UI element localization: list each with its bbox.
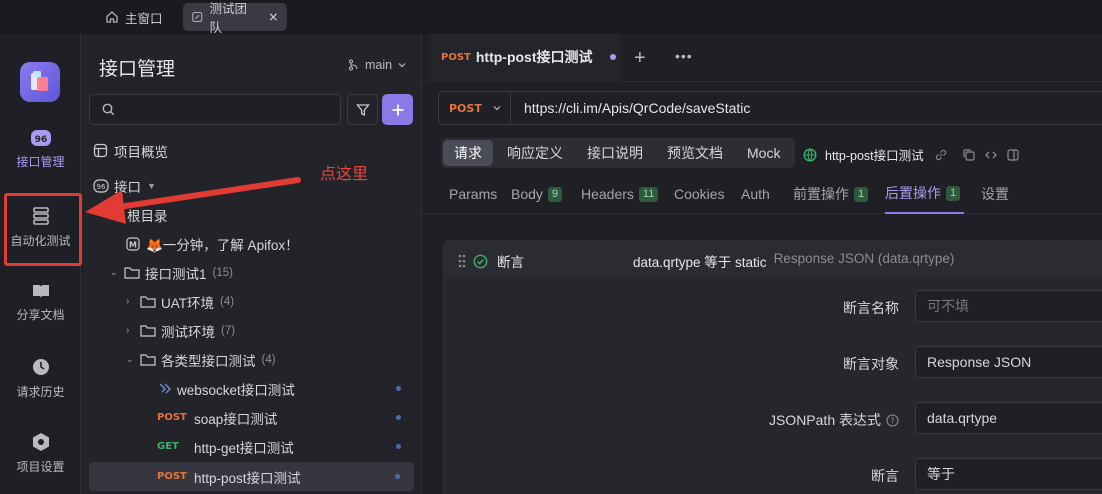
select-value: 等于	[927, 466, 955, 482]
method-value: POST	[449, 101, 482, 115]
panel-icon[interactable]	[1006, 148, 1020, 162]
input-value: data.qrtype	[927, 410, 998, 426]
tab-preview-doc[interactable]: 预览文档	[656, 140, 734, 166]
assertion-name-input[interactable]: 可不填	[915, 290, 1102, 322]
method-badge: POST	[441, 51, 471, 63]
field-label: JSONPath 表达式	[768, 412, 881, 428]
tab-settings[interactable]: 设置	[981, 174, 1009, 214]
tab-body[interactable]: Body 9	[511, 174, 563, 214]
field-label: 断言对象	[843, 356, 899, 372]
tab-headers[interactable]: Headers 11	[581, 174, 659, 214]
tab-post-processors[interactable]: 后置操作 1	[885, 174, 965, 214]
copy-icon[interactable]	[962, 148, 976, 162]
unsaved-dot	[609, 54, 616, 60]
select-value: Response JSON	[927, 354, 1032, 370]
help-icon[interactable]: ?	[886, 413, 899, 427]
chevron-down-icon	[493, 106, 501, 111]
main-panel: POST http-post接口测试 + ••• POST https://cl…	[423, 34, 1102, 494]
field-label: 断言	[871, 468, 899, 484]
drag-handle-icon[interactable]	[457, 253, 467, 269]
placeholder-text: 可不填	[927, 298, 969, 314]
assertion-header-left: 断言	[457, 251, 524, 271]
endpoint-name: http-post接口测试	[825, 149, 924, 163]
assertion-target-select[interactable]: Response JSON	[915, 346, 1102, 378]
assertion-summary-text: data.qrtype 等于 static	[633, 255, 767, 270]
url-input[interactable]: https://cli.im/Apis/QrCode/saveStatic	[524, 100, 750, 116]
count-badge: 9	[547, 186, 563, 202]
new-tab-button[interactable]: +	[634, 48, 646, 68]
tab-pre-processors[interactable]: 前置操作 1	[793, 174, 869, 214]
svg-text:?: ?	[890, 416, 894, 425]
tab-label: Body	[511, 186, 543, 202]
tab-params[interactable]: Params	[449, 174, 497, 214]
assertion-title: 断言	[497, 255, 524, 270]
tab-auth[interactable]: Auth	[741, 174, 770, 214]
assertion-operator-select[interactable]: 等于	[915, 458, 1102, 490]
tab-label: 前置操作	[793, 186, 849, 202]
check-circle-icon[interactable]	[473, 254, 488, 269]
link-icon[interactable]	[934, 148, 948, 162]
request-tab-label: http-post接口测试	[475, 49, 593, 65]
globe-icon	[803, 147, 817, 162]
count-badge: 11	[638, 186, 659, 202]
code-icon[interactable]	[984, 148, 998, 162]
tab-request[interactable]: 请求	[443, 140, 493, 166]
tab-label: Cookies	[674, 186, 725, 202]
assertion-summary: data.qrtype 等于 static Response JSON (dat…	[633, 251, 954, 271]
method-select[interactable]: POST	[439, 92, 511, 124]
endpoint-info: http-post接口测试	[803, 145, 1020, 164]
tab-label: Params	[449, 186, 498, 202]
more-icon[interactable]: •••	[675, 48, 693, 64]
tab-cookies[interactable]: Cookies	[674, 174, 725, 214]
tab-api-description[interactable]: 接口说明	[576, 140, 654, 166]
count-badge: 1	[946, 185, 961, 201]
tab-mock[interactable]: Mock	[736, 140, 791, 166]
request-tab[interactable]: POST http-post接口测试	[429, 34, 621, 82]
tab-label: 后置操作	[885, 185, 941, 201]
url-bar[interactable]: POST https://cli.im/Apis/QrCode/saveStat…	[438, 91, 1102, 125]
count-badge: 1	[854, 186, 869, 202]
tab-label: 设置	[981, 186, 1009, 202]
field-label: 断言名称	[843, 300, 899, 316]
tab-response-definition[interactable]: 响应定义	[496, 140, 574, 166]
tab-label: Headers	[581, 186, 634, 202]
jsonpath-input[interactable]: data.qrtype	[915, 402, 1102, 434]
jsonpath-label-wrap: JSONPath 表达式 ?	[769, 410, 899, 430]
tab-label: Auth	[741, 186, 770, 202]
assertion-summary-hint: Response JSON (data.qrtype)	[773, 251, 955, 266]
